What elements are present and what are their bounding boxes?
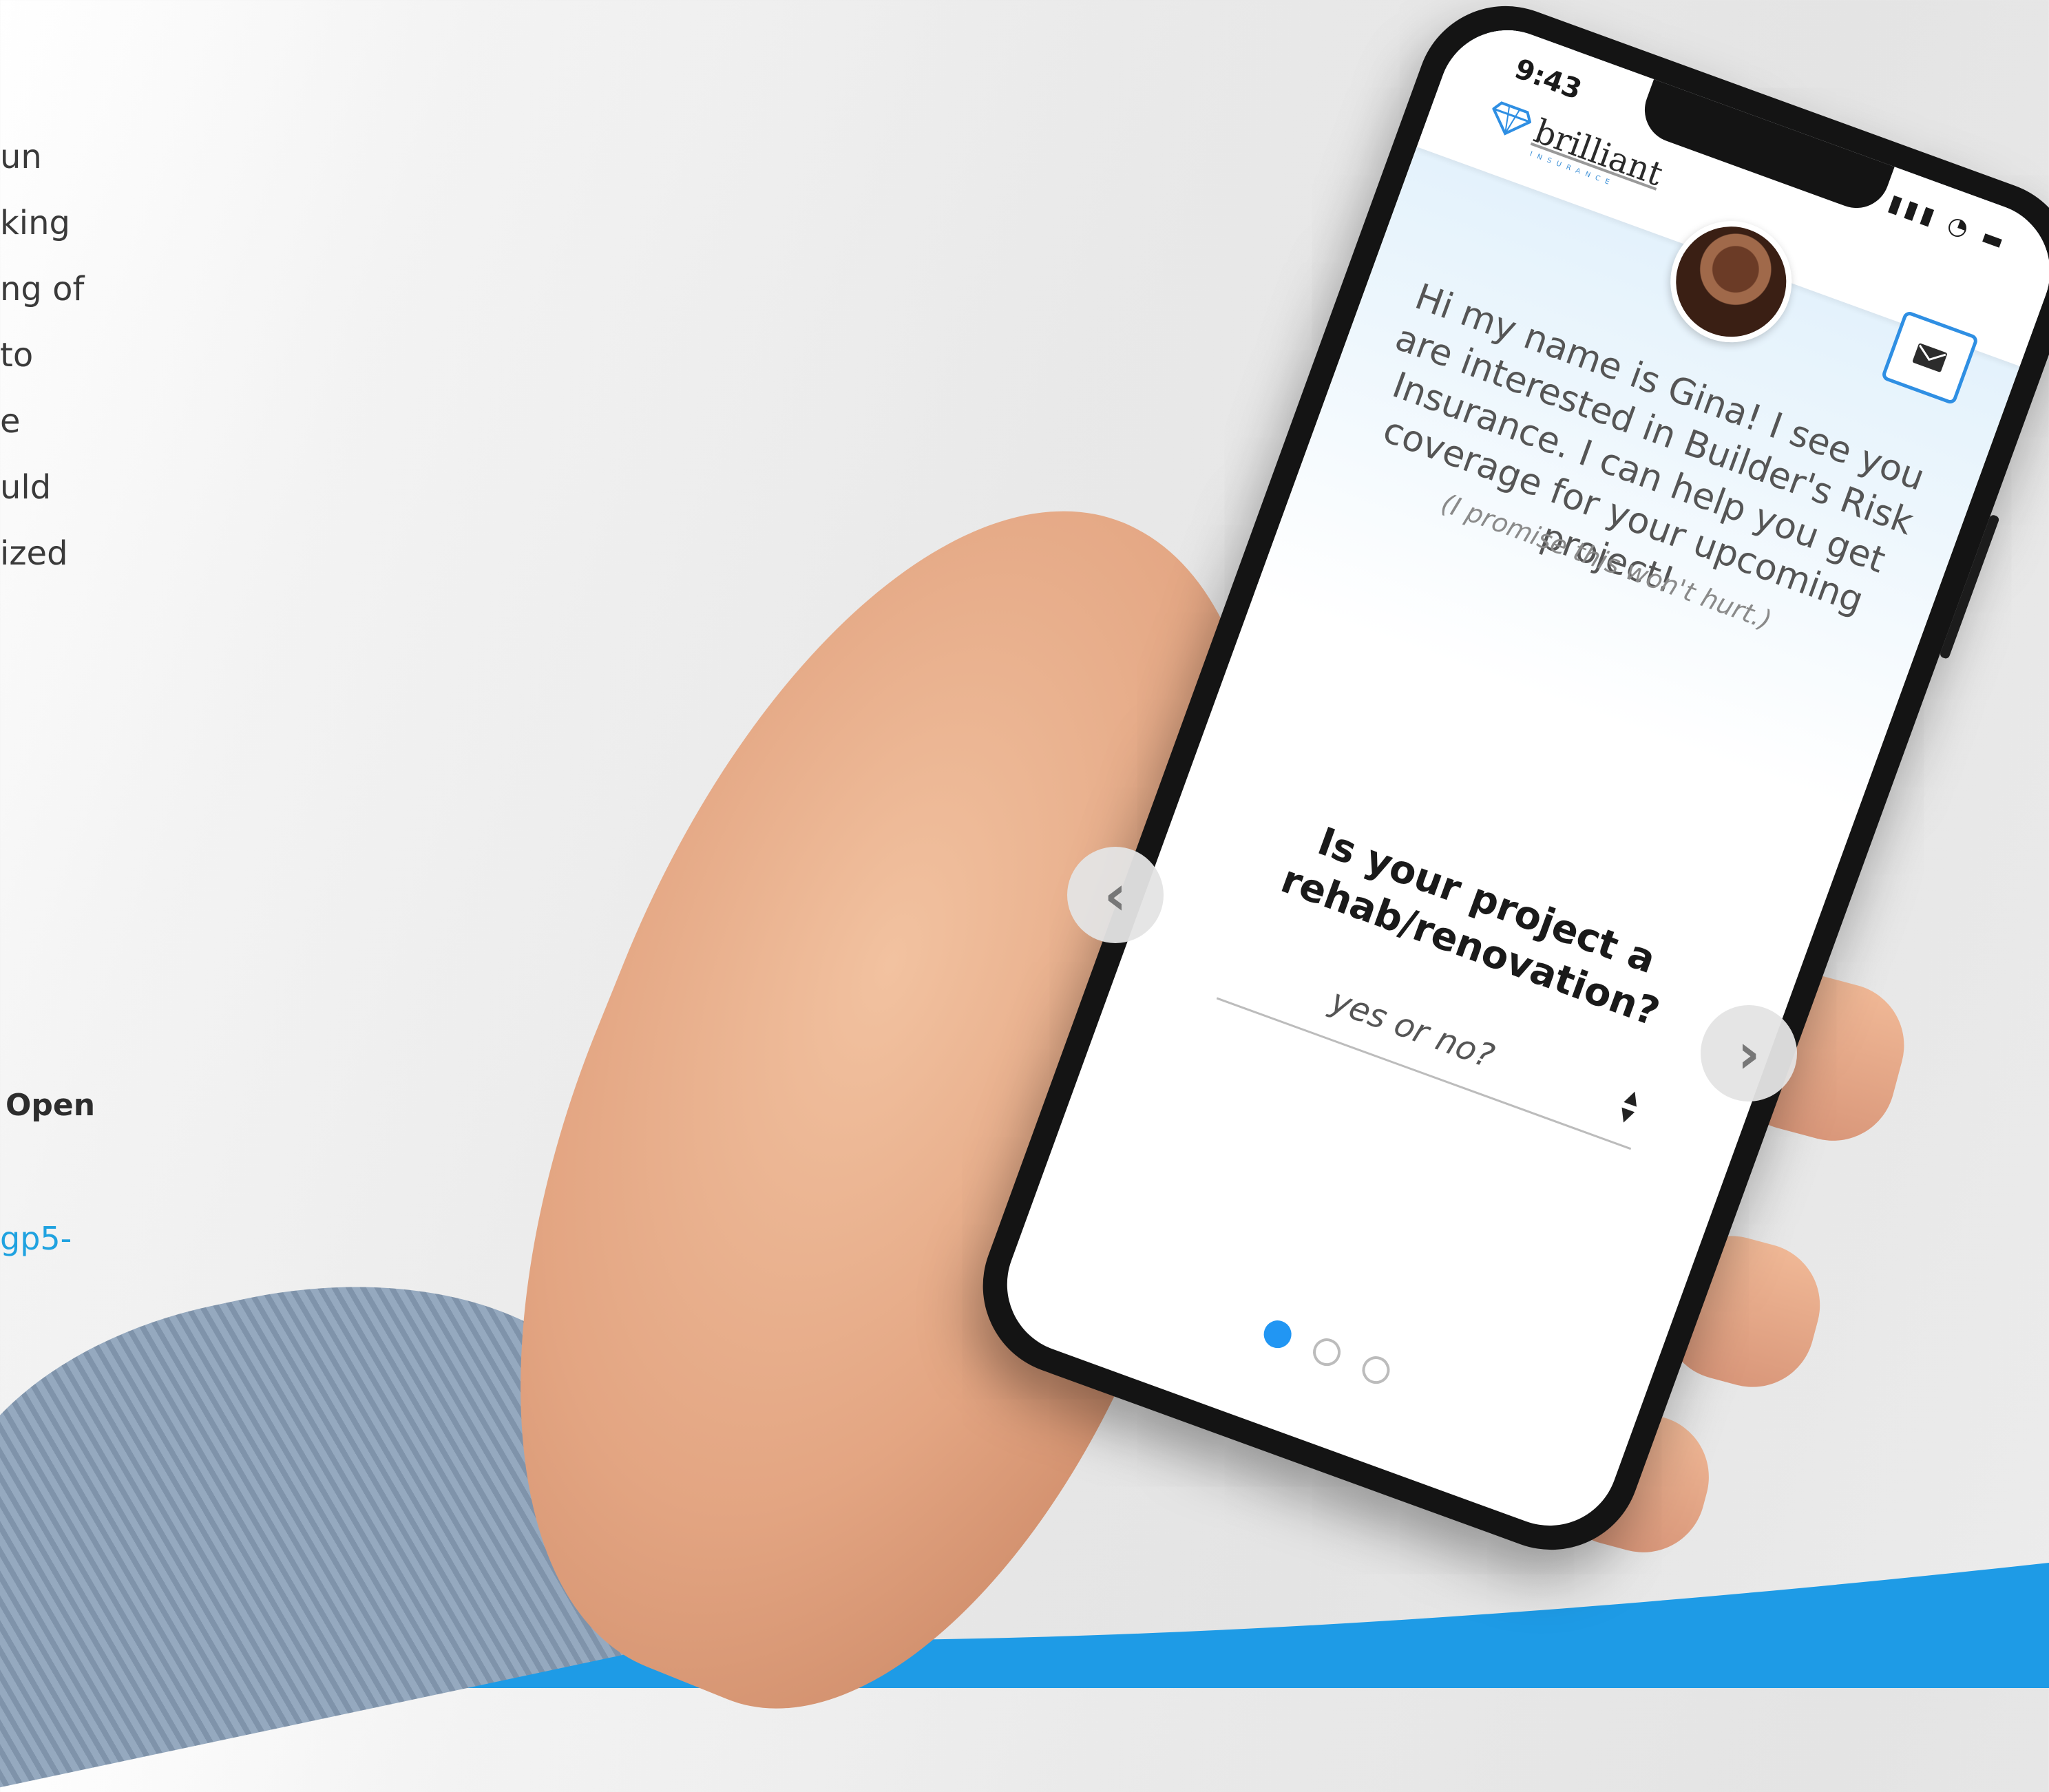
mail-icon — [1912, 343, 1947, 372]
select-stepper-icon[interactable]: ▲ ▼ — [1613, 1085, 1646, 1128]
text-line: ng of — [0, 270, 85, 308]
page-dot-1[interactable] — [1260, 1316, 1296, 1352]
link-fragment[interactable]: gp5- — [0, 1220, 72, 1257]
open-label: Open — [6, 1088, 96, 1123]
pagination-dots — [1260, 1316, 1394, 1388]
chevron-right-icon: › — [1737, 1021, 1761, 1086]
prev-button[interactable]: ‹ — [1067, 847, 1164, 943]
next-button[interactable]: › — [1701, 1005, 1797, 1101]
text-line: king — [0, 204, 71, 242]
text-line: uld — [0, 468, 52, 507]
chevron-left-icon: ‹ — [1104, 863, 1127, 927]
page-dot-3[interactable] — [1358, 1352, 1394, 1388]
text-line: un — [0, 138, 42, 176]
text-line: to — [0, 336, 34, 375]
text-line: ized — [0, 534, 68, 573]
text-line: e — [0, 402, 21, 441]
page-text-fragments: un king ng of to e uld ized — [0, 124, 103, 587]
page-dot-2[interactable] — [1309, 1334, 1345, 1370]
